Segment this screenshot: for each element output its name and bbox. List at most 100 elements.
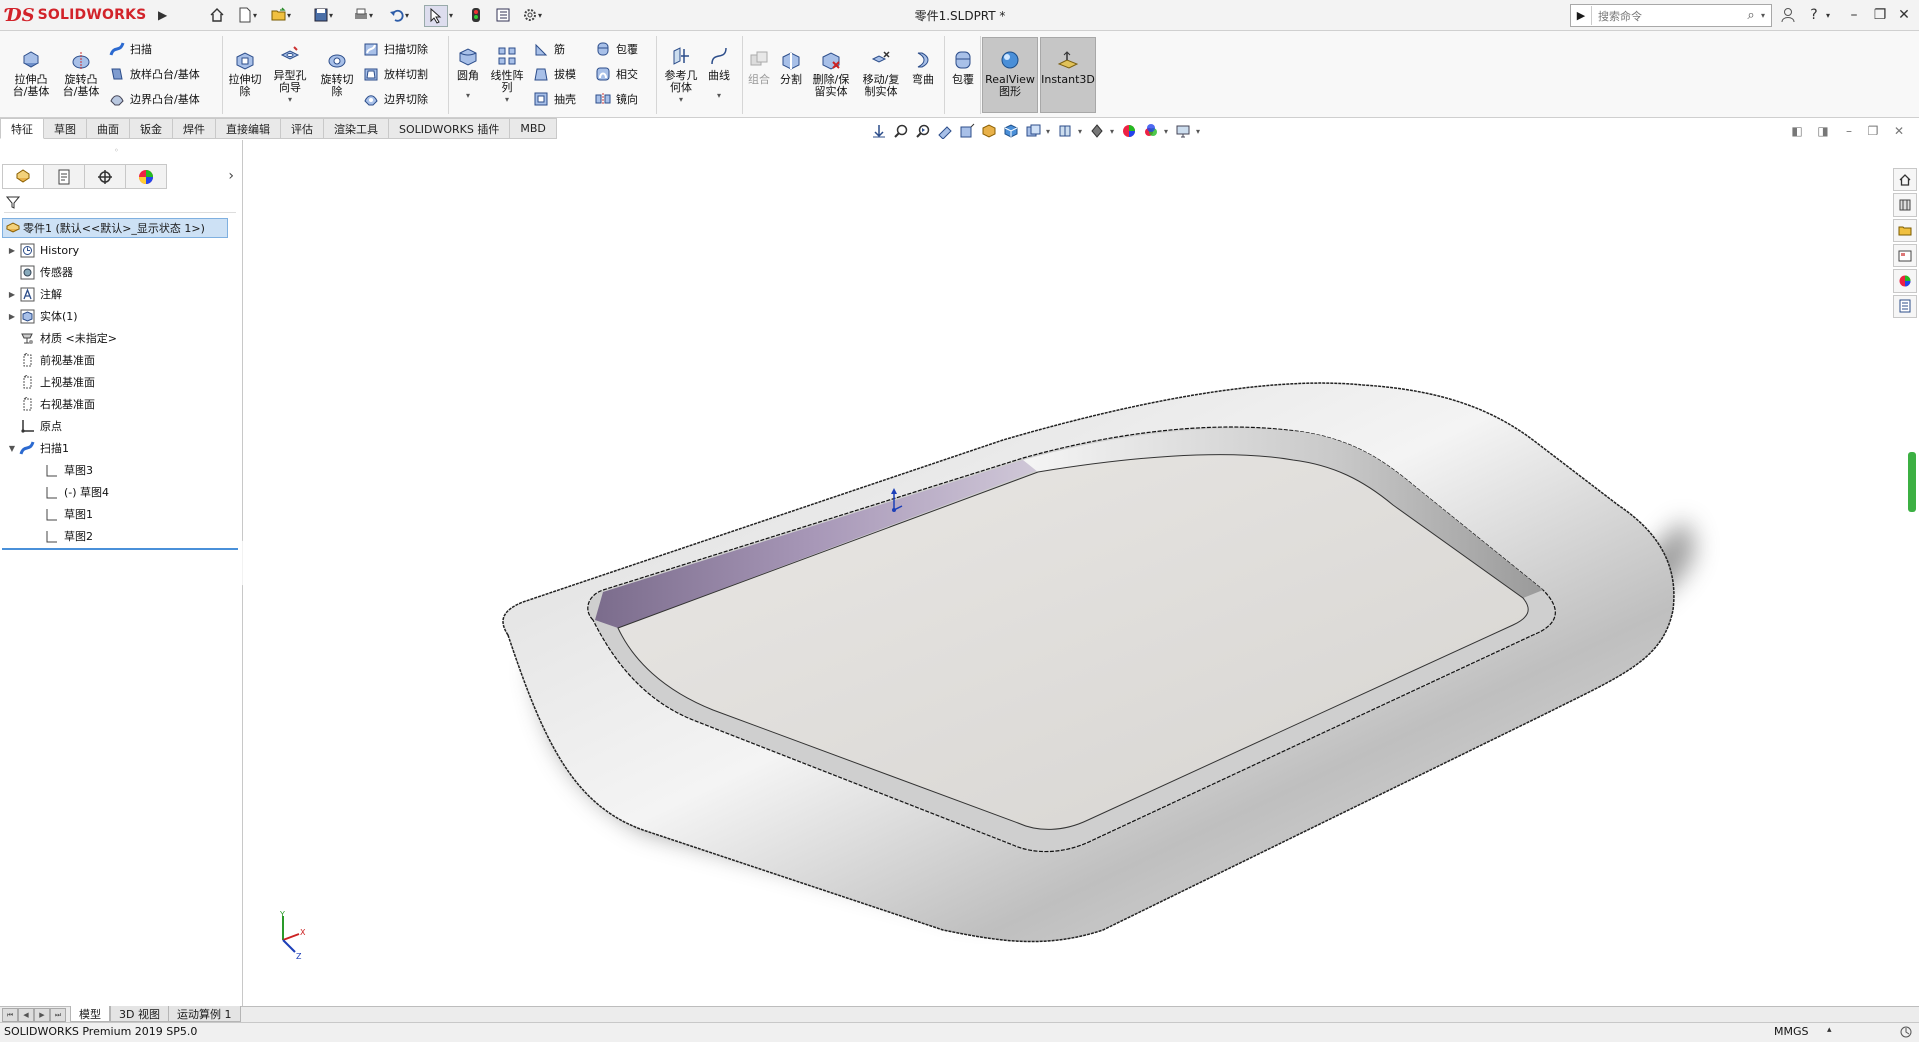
configuration-manager-tab-icon[interactable] xyxy=(85,164,126,189)
expand-arrow-icon[interactable]: ▶ xyxy=(6,246,18,255)
tree-item-sketch1[interactable]: 草图1 xyxy=(30,504,93,524)
zoom-to-fit-icon[interactable] xyxy=(870,122,888,140)
search-input[interactable]: 搜索命令 xyxy=(1592,8,1741,24)
flex-button[interactable]: 弯曲 xyxy=(908,48,938,86)
revolve-boss-button[interactable]: 旋转凸 台/基体 xyxy=(58,48,104,98)
user-account-icon[interactable] xyxy=(1776,5,1800,25)
options-gear-icon[interactable]: ▾ xyxy=(518,5,546,25)
tab-3d-views[interactable]: 3D 视图 xyxy=(110,1006,169,1022)
sweep-cut-button[interactable]: 扫描切除 xyxy=(362,39,428,59)
apply-scene-icon[interactable] xyxy=(1120,122,1138,140)
select-dropdown-arrow-icon[interactable]: ▾ xyxy=(447,5,455,25)
mirror-button[interactable]: 镜向 xyxy=(594,89,638,109)
linear-pattern-dropdown-icon[interactable]: ▾ xyxy=(505,94,509,106)
prev-tab-arrow-icon[interactable]: ◀ xyxy=(18,1008,34,1022)
tree-item-front-plane[interactable]: 前视基准面 xyxy=(6,350,95,370)
boundary-cut-button[interactable]: 边界切除 xyxy=(362,89,428,109)
linear-pattern-button[interactable]: 线性阵 列 ▾ xyxy=(486,44,528,106)
view-settings-dropdown-icon[interactable]: ▾ xyxy=(1164,127,1170,136)
expand-arrow-icon[interactable]: ▶ xyxy=(6,312,18,321)
view-palette-icon[interactable] xyxy=(1893,243,1917,268)
collapse-arrow-icon[interactable]: ▼ xyxy=(6,444,18,453)
tree-filter-bar[interactable] xyxy=(4,192,236,213)
tab-mbd[interactable]: MBD xyxy=(510,118,557,139)
print-icon[interactable]: ▾ xyxy=(350,5,376,25)
open-document-icon[interactable]: ▾ xyxy=(268,5,294,25)
search-dropdown-icon[interactable]: ▾ xyxy=(1761,11,1771,20)
curves-dropdown-icon[interactable]: ▾ xyxy=(717,90,721,102)
hide-show-dropdown-icon[interactable]: ▾ xyxy=(1078,127,1084,136)
display-style-dropdown-icon[interactable]: ▾ xyxy=(1046,127,1052,136)
sweep-button[interactable]: 扫描 xyxy=(108,39,152,59)
display-monitor-icon[interactable] xyxy=(1174,122,1192,140)
tab-motion-study-1[interactable]: 运动算例 1 xyxy=(168,1006,241,1022)
rib-button[interactable]: 筋 xyxy=(532,39,565,59)
dynamic-annotation-views-icon[interactable] xyxy=(958,122,976,140)
display-style-icon[interactable] xyxy=(1024,122,1042,140)
wrap-feature-button[interactable]: 包覆 xyxy=(948,48,978,86)
delete-keep-body-button[interactable]: 删除/保 留实体 xyxy=(808,48,854,98)
view-orientation-icon[interactable] xyxy=(1002,122,1020,140)
tab-model[interactable]: 模型 xyxy=(70,1006,110,1022)
viewport-restore-icon[interactable]: ❐ xyxy=(1864,123,1882,139)
viewport-close-icon[interactable]: ✕ xyxy=(1890,123,1908,139)
viewport-minimize-icon[interactable]: – xyxy=(1840,123,1858,139)
customize-status-bar-icon[interactable] xyxy=(1898,1024,1914,1040)
close-window-icon[interactable]: ✕ xyxy=(1892,5,1916,25)
tree-item-sketch4[interactable]: (-) 草图4 xyxy=(30,482,109,502)
wrap-button[interactable]: 包覆 xyxy=(594,39,638,59)
custom-properties-icon[interactable] xyxy=(1893,294,1917,318)
tree-item-sweep1[interactable]: ▼ 扫描1 xyxy=(6,438,69,458)
split-button[interactable]: 分割 xyxy=(776,48,806,86)
extrude-boss-button[interactable]: 拉伸凸 台/基体 xyxy=(8,48,54,98)
section-view-icon[interactable] xyxy=(936,122,954,140)
shell-button[interactable]: 抽壳 xyxy=(532,89,576,109)
unit-system-selector[interactable]: MMGS xyxy=(1774,1025,1809,1038)
tab-direct-editing[interactable]: 直接编辑 xyxy=(216,118,281,139)
view-selector-icon[interactable] xyxy=(980,122,998,140)
feature-manager-tab-icon[interactable] xyxy=(2,164,44,189)
restore-window-icon[interactable]: ❐ xyxy=(1868,5,1892,25)
tree-item-right-plane[interactable]: 右视基准面 xyxy=(6,394,95,414)
intersect-button[interactable]: 相交 xyxy=(594,64,638,84)
previous-view-icon[interactable] xyxy=(914,122,932,140)
loft-boss-button[interactable]: 放样凸台/基体 xyxy=(108,64,200,84)
save-icon[interactable]: ▾ xyxy=(310,5,336,25)
draft-button[interactable]: 拔模 xyxy=(532,64,576,84)
appearances-scenes-icon[interactable] xyxy=(1893,269,1917,293)
loft-cut-button[interactable]: 放样切割 xyxy=(362,64,428,84)
boundary-boss-button[interactable]: 边界凸台/基体 xyxy=(108,89,200,109)
select-pointer-icon[interactable] xyxy=(424,5,448,27)
hide-show-items-icon[interactable] xyxy=(1056,122,1074,140)
display-monitor-dropdown-icon[interactable]: ▾ xyxy=(1196,127,1202,136)
part-root-node[interactable]: 零件1 (默认<<默认>_显示状态 1>) xyxy=(2,218,228,238)
tab-render-tools[interactable]: 渲染工具 xyxy=(324,118,389,139)
solidworks-resources-icon[interactable] xyxy=(1893,168,1917,192)
new-document-icon[interactable]: ▾ xyxy=(234,5,260,25)
tab-solidworks-addins[interactable]: SOLIDWORKS 插件 xyxy=(389,118,511,139)
revolve-cut-button[interactable]: 旋转切 除 xyxy=(316,48,358,98)
hole-wizard-dropdown-icon[interactable]: ▾ xyxy=(288,94,292,106)
tab-weldments[interactable]: 焊件 xyxy=(173,118,216,139)
property-manager-tab-icon[interactable] xyxy=(44,164,85,189)
view-settings-icon[interactable] xyxy=(1142,122,1160,140)
tab-sheet-metal[interactable]: 钣金 xyxy=(130,118,173,139)
file-explorer-icon[interactable] xyxy=(1893,218,1917,242)
solidworks-logo[interactable]: ƊS SOLIDWORKS xyxy=(6,2,154,28)
zoom-to-area-icon[interactable] xyxy=(892,122,910,140)
hole-wizard-button[interactable]: 异型孔 向导 ▾ xyxy=(268,44,312,106)
edit-appearance-dropdown-icon[interactable]: ▾ xyxy=(1110,127,1116,136)
search-icon[interactable]: ⌕ xyxy=(1741,8,1761,23)
menu-expand-arrow-icon[interactable]: ▶ xyxy=(158,6,172,24)
next-tab-arrow-icon[interactable]: ▶ xyxy=(34,1008,50,1022)
file-properties-icon[interactable] xyxy=(492,5,514,25)
rebuild-icon[interactable] xyxy=(466,5,486,25)
graphics-area[interactable]: Y X Z xyxy=(243,140,1919,1006)
reference-geometry-dropdown-icon[interactable]: ▾ xyxy=(679,94,683,106)
tree-item-origin[interactable]: 原点 xyxy=(6,416,62,436)
last-tab-arrow-icon[interactable]: ⏭ xyxy=(50,1008,66,1022)
tree-item-sketch2[interactable]: 草图2 xyxy=(30,526,93,546)
tab-evaluate[interactable]: 评估 xyxy=(281,118,324,139)
minimize-window-icon[interactable]: – xyxy=(1842,5,1866,25)
tab-sketch[interactable]: 草图 xyxy=(44,118,87,139)
